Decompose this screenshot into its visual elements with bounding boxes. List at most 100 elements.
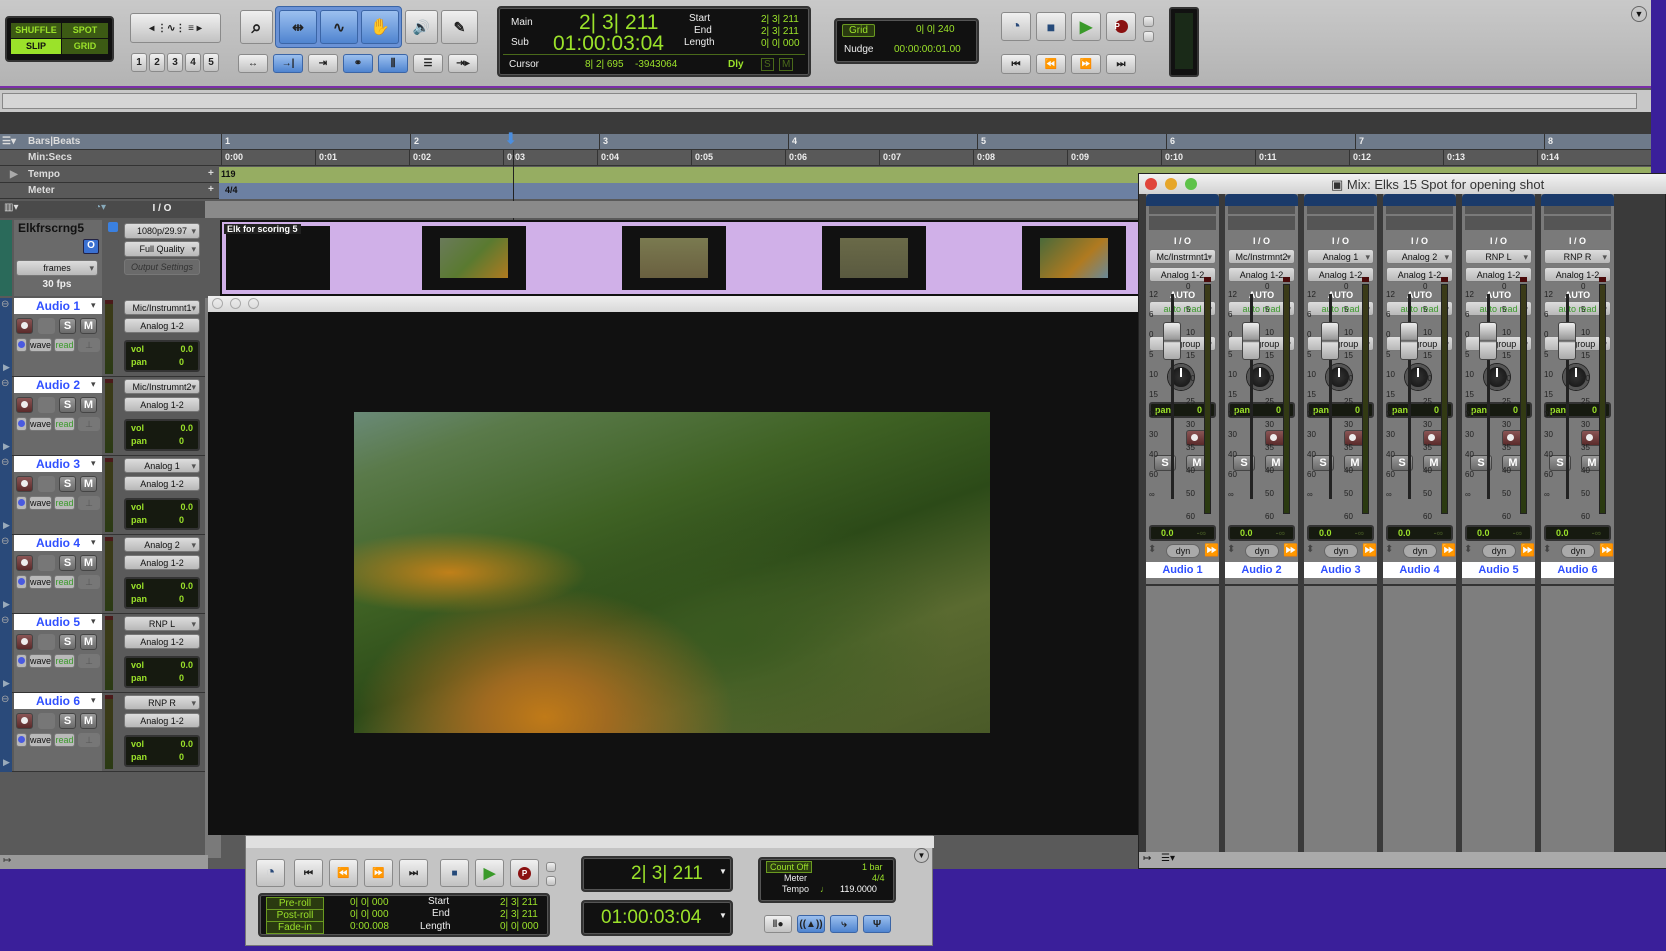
playlist-icon[interactable]: ⊥	[78, 338, 100, 352]
dyn-button[interactable]: dyn	[1561, 544, 1595, 558]
mute-button[interactable]: M	[80, 555, 97, 571]
video-track-name[interactable]: Elkfrscrng5	[18, 221, 84, 235]
video-online-button[interactable]: O	[83, 239, 99, 254]
strip-name[interactable]: Audio 6	[1541, 562, 1614, 578]
output-selector[interactable]: Analog 1-2	[124, 713, 200, 728]
mixer-input-selector[interactable]: Analog 2	[1386, 249, 1453, 264]
sub-counter[interactable]: 01:00:03:04	[553, 32, 664, 56]
playlist-icon[interactable]: ⊥	[78, 733, 100, 747]
mute-button[interactable]: M	[80, 397, 97, 413]
zoom-preset-1[interactable]: 1	[131, 53, 147, 72]
start-value[interactable]: 2| 3| 211	[761, 14, 799, 25]
insertion-follows-playback-button[interactable]: ☰	[413, 54, 443, 73]
transport-stop[interactable]: ■	[440, 859, 469, 887]
pan-value[interactable]: 0	[1434, 405, 1439, 415]
playlist-icon[interactable]: ⊥	[78, 417, 100, 431]
fadein-value[interactable]: 0:00.008	[350, 921, 389, 932]
zoom-preset-4[interactable]: 4	[185, 53, 201, 72]
link-timeline-button[interactable]: ⚭	[343, 54, 373, 73]
updown-arrows-icon[interactable]: ⬍	[1464, 544, 1472, 555]
dyn-button[interactable]: dyn	[1166, 544, 1200, 558]
collapse-icon[interactable]: ⊖	[1, 694, 9, 705]
pan-value[interactable]: 0	[179, 357, 184, 367]
preroll-value[interactable]: 0| 0| 000	[350, 897, 389, 908]
transport-rewind[interactable]: ⏪	[329, 859, 358, 887]
fast-forward-arrow-icon[interactable]: ⏩	[1283, 543, 1298, 557]
output-selector[interactable]: Analog 1-2	[124, 318, 200, 333]
track-name[interactable]: Audio 6	[14, 693, 102, 709]
zoom-button[interactable]	[248, 298, 259, 309]
dyn-button[interactable]: dyn	[1245, 544, 1279, 558]
volume-value[interactable]: 0.0	[1556, 528, 1569, 538]
pan-value[interactable]: 0	[1276, 405, 1281, 415]
volume-fader[interactable]	[1479, 322, 1497, 360]
close-button[interactable]	[212, 298, 223, 309]
return-to-zero-button[interactable]: ⏮	[1001, 54, 1031, 74]
mix-window-titlebar[interactable]: ▣ Mix: Elks 15 Spot for opening shot	[1139, 174, 1666, 194]
keyboard-focus-button[interactable]: ⇥▸	[448, 54, 478, 73]
input-selector[interactable]: RNP R	[124, 695, 200, 710]
scrubber-tool[interactable]: 🔊	[405, 10, 438, 44]
expand-triangle-icon[interactable]: ▶	[10, 169, 18, 180]
transport-return-to-zero[interactable]: ⏮	[294, 859, 323, 887]
transport-go-to-end[interactable]: ⏭	[399, 859, 428, 887]
input-monitor-button[interactable]	[38, 318, 55, 334]
solo-button[interactable]: S	[59, 713, 76, 729]
mute-button[interactable]: M	[80, 476, 97, 492]
volume-fader[interactable]	[1400, 322, 1418, 360]
pan-value[interactable]: 0	[179, 673, 184, 683]
volume-value[interactable]: 0.0	[1319, 528, 1332, 538]
track-name-dropdown-icon[interactable]: ▾	[91, 616, 96, 627]
updown-arrows-icon[interactable]: ⬍	[1306, 544, 1314, 555]
track-name-dropdown-icon[interactable]: ▾	[91, 458, 96, 469]
nudge-value[interactable]: 00:00:00:01.00	[894, 44, 961, 55]
bars-beats-ruler[interactable]: ☰▾ Bars|Beats 12345678	[0, 134, 1651, 150]
clip-indicator[interactable]	[1599, 277, 1606, 282]
fast-forward-arrow-icon[interactable]: ⏩	[1441, 543, 1456, 557]
transport-titlebar[interactable]	[246, 836, 934, 848]
collapse-icon[interactable]: ⊖	[1, 299, 9, 310]
track-name-dropdown-icon[interactable]: ▾	[91, 300, 96, 311]
insert-slot[interactable]	[1307, 216, 1374, 230]
volume-value[interactable]: 0.0	[1398, 528, 1411, 538]
insert-slot[interactable]	[1386, 216, 1453, 230]
mixer-input-selector[interactable]: Analog 1	[1307, 249, 1374, 264]
expand-lanes-icon[interactable]: ▶	[3, 678, 10, 689]
transport-option-2[interactable]	[546, 876, 556, 886]
counter-dropdown-icon[interactable]: ▼	[719, 911, 727, 920]
track-name[interactable]: Audio 2	[14, 377, 102, 393]
volume-value[interactable]: 0.0	[180, 739, 193, 749]
automation-mode-selector[interactable]: read	[54, 338, 75, 352]
input-selector[interactable]: Analog 1	[124, 458, 200, 473]
stop-button[interactable]: ■	[1036, 12, 1066, 41]
transport-option-1[interactable]	[546, 862, 556, 872]
transport-play[interactable]: ▶	[475, 859, 504, 887]
midi-merge-button[interactable]: ⤷	[830, 915, 858, 933]
selector-tool[interactable]: ∿	[320, 10, 358, 44]
fast-forward-arrow-icon[interactable]: ⏩	[1520, 543, 1535, 557]
comments-area[interactable]	[1383, 584, 1456, 852]
meter-marker[interactable]: 4/4	[225, 185, 238, 195]
track-name[interactable]: Audio 3	[14, 456, 102, 472]
transport-main-counter[interactable]: 2| 3| 211 ▼	[581, 856, 733, 892]
collapse-icon[interactable]: ⊖	[1, 536, 9, 547]
volume-value[interactable]: 0.0	[180, 423, 193, 433]
horizontal-scrollbar[interactable]: ↦	[0, 855, 208, 869]
strip-name[interactable]: Audio 5	[1462, 562, 1535, 578]
expand-lanes-icon[interactable]: ▶	[3, 362, 10, 373]
mixer-input-selector[interactable]: RNP L	[1465, 249, 1532, 264]
volume-fader[interactable]	[1558, 322, 1576, 360]
mixer-input-selector[interactable]: Mc/Instrmnt2	[1228, 249, 1295, 264]
solo-button[interactable]: S	[59, 318, 76, 334]
playlist-icon[interactable]: ⊥	[78, 496, 100, 510]
transport-record[interactable]: P	[510, 859, 539, 887]
clip-indicator[interactable]	[1520, 277, 1527, 282]
grid-mode-button[interactable]: GRID	[62, 39, 108, 54]
count-off-toggle[interactable]: Count Off	[766, 861, 813, 873]
record-button[interactable]: P	[1106, 12, 1136, 41]
video-quality-selector[interactable]: Full Quality	[124, 241, 200, 257]
fast-forward-arrow-icon[interactable]: ⏩	[1599, 543, 1614, 557]
collapse-icon[interactable]: ⊖	[1, 457, 9, 468]
column-view-icon[interactable]: ▥▾	[4, 202, 18, 213]
track-name[interactable]: Audio 4	[14, 535, 102, 551]
